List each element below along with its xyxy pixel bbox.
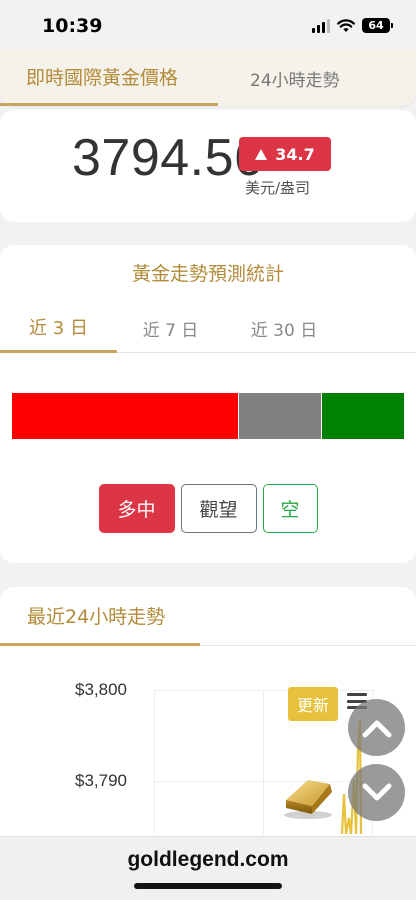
- tab-period-3d[interactable]: 近 3 日: [0, 303, 117, 353]
- tab-live-gold-price[interactable]: 即時國際黃金價格: [0, 50, 218, 106]
- battery-level: 64: [368, 19, 384, 32]
- distribution-segment-bearish: [321, 393, 404, 439]
- vote-bear-button[interactable]: 空: [262, 484, 318, 533]
- battery-icon: 64: [362, 18, 393, 33]
- status-icons: 64: [312, 18, 393, 33]
- tab-period-30d[interactable]: 近 30 日: [224, 303, 344, 353]
- wifi-icon: [337, 18, 355, 32]
- vote-bull-button[interactable]: 多中: [98, 484, 175, 533]
- update-button[interactable]: 更新: [288, 687, 338, 721]
- chevron-down-icon: [362, 783, 391, 800]
- gold-price-value: 3794.56: [72, 129, 264, 187]
- period-tabs: 近 3 日 近 7 日 近 30 日: [0, 303, 416, 353]
- price-change-value: 34.7: [275, 144, 315, 164]
- distribution-segment-bullish: [12, 393, 238, 439]
- distribution-segment-neutral: [238, 393, 321, 439]
- chart-y-tick: $3,790: [75, 771, 127, 790]
- forecast-distribution-bar: [12, 393, 404, 439]
- scroll-down-button[interactable]: [348, 764, 405, 821]
- gold-bar-icon: [284, 780, 332, 819]
- price-card: 3794.56: [0, 110, 416, 222]
- home-indicator[interactable]: [134, 883, 282, 889]
- top-tabs: 即時國際黃金價格 24小時走勢: [0, 50, 416, 106]
- chevron-up-icon: [362, 720, 391, 737]
- price-unit: 美元/盎司: [245, 179, 311, 197]
- vote-buttons: 多中 觀望 空: [0, 484, 416, 534]
- status-bar: 10:39 64: [0, 0, 416, 52]
- trend-title: 最近24小時走勢: [0, 587, 200, 646]
- status-time: 10:39: [42, 15, 103, 37]
- tab-24h-trend[interactable]: 24小時走勢: [218, 50, 340, 106]
- chart-y-tick: $3,800: [75, 680, 127, 699]
- chart-gridline-vertical: [154, 690, 155, 835]
- forecast-card: 黃金走勢預測統計 近 3 日 近 7 日 近 30 日 多中 觀望 空: [0, 245, 416, 563]
- price-change-badge: 34.7: [239, 137, 331, 171]
- scroll-up-button[interactable]: [348, 699, 405, 756]
- forecast-title: 黃金走勢預測統計: [131, 263, 284, 285]
- browser-url-bar[interactable]: goldlegend.com: [0, 836, 416, 900]
- tab-period-7d[interactable]: 近 7 日: [117, 303, 224, 353]
- trend-divider: [200, 645, 416, 646]
- chart-gridline: [154, 690, 374, 691]
- url-domain[interactable]: goldlegend.com: [0, 848, 416, 872]
- vote-hold-button[interactable]: 觀望: [180, 484, 257, 533]
- cellular-signal-icon: [312, 18, 330, 33]
- chart-gridline-vertical: [263, 690, 264, 835]
- triangle-up-icon: [255, 148, 268, 160]
